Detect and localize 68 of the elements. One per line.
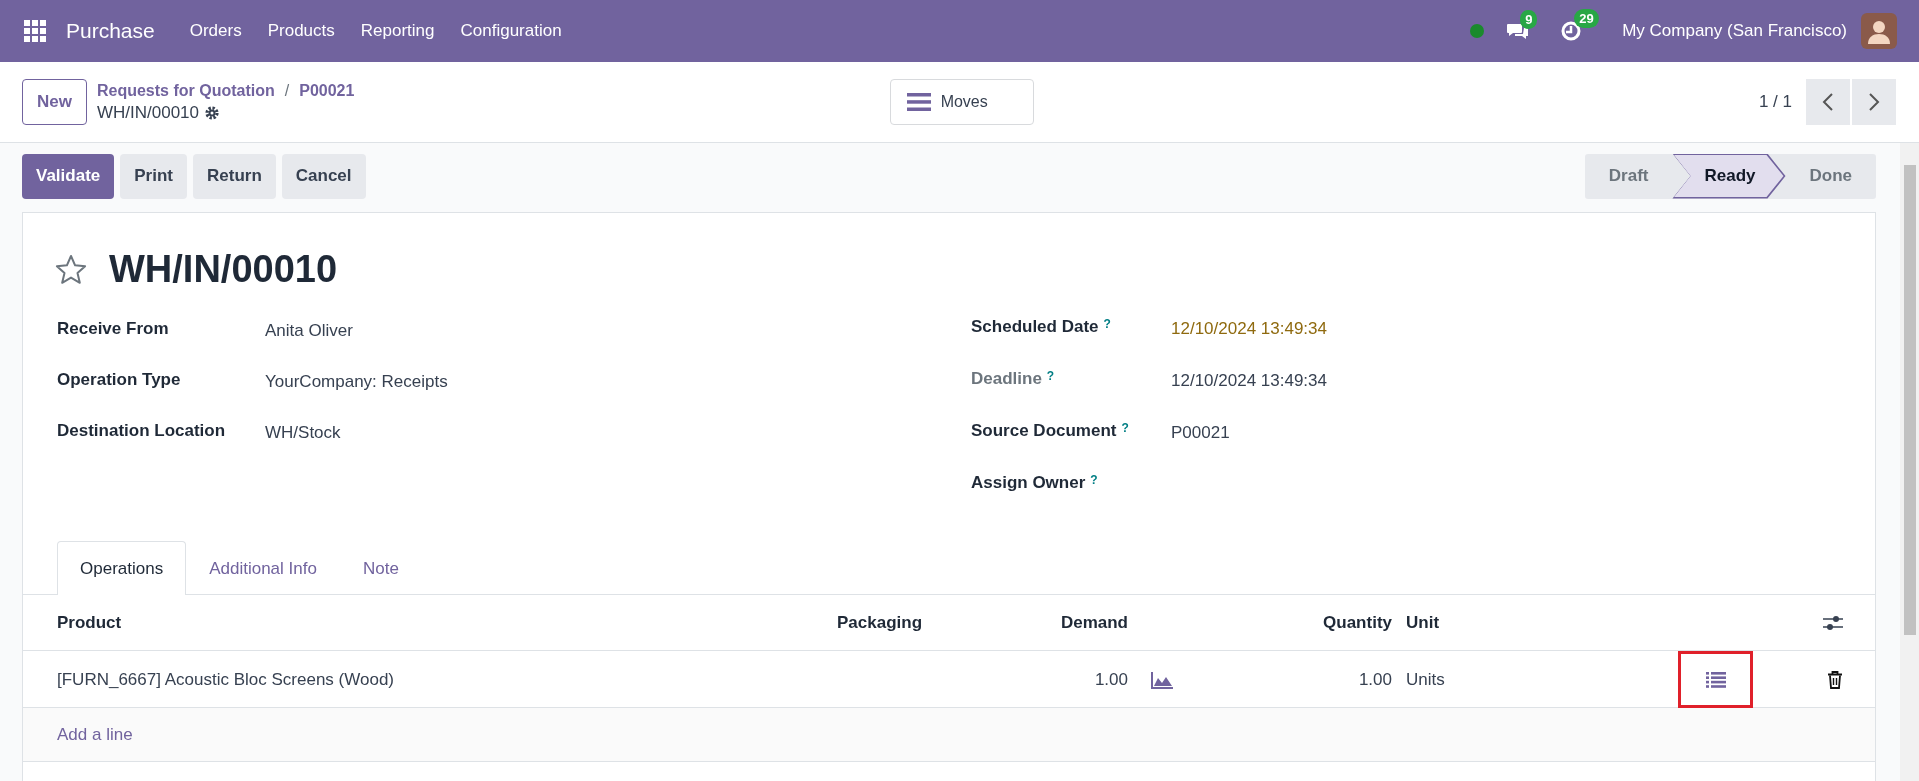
breadcrumb-link[interactable]: P00021 <box>299 81 355 100</box>
add-line-link[interactable]: Add a line <box>57 724 133 745</box>
table-cell-text: [FURN_6667] Acoustic Bloc Screens (Wood) <box>57 669 395 690</box>
breadcrumb-separator: / <box>284 81 290 100</box>
area-chart-icon[interactable] <box>1151 670 1173 689</box>
pager-counter: 1 / 1 <box>1758 92 1792 112</box>
action-button[interactable]: Return <box>193 153 276 199</box>
status-stage[interactable]: Done <box>1785 153 1876 199</box>
menu-item[interactable]: Configuration <box>447 21 575 41</box>
field-value[interactable]: YourCompany: Receipts <box>265 370 949 392</box>
trash-icon[interactable] <box>1827 670 1843 689</box>
field-label: Operation Type <box>57 370 182 391</box>
field-value[interactable]: Anita Oliver <box>265 319 949 341</box>
record-name: WH/IN/00010 <box>96 102 199 123</box>
company-name[interactable]: My Company (San Francisco) <box>1622 21 1847 41</box>
action-button[interactable]: Validate <box>22 153 115 199</box>
table-cell-text: Units <box>1405 669 1446 690</box>
sliders-icon[interactable] <box>1823 613 1843 632</box>
column-header: Product <box>57 612 123 633</box>
column-header: Demand <box>1059 612 1129 633</box>
field-label: Assign Owner <box>971 473 1086 493</box>
table-cell-text: 1.00 <box>1357 669 1393 690</box>
menu-item[interactable]: Reporting <box>347 21 448 41</box>
column-header: Unit <box>1405 612 1441 633</box>
help-tooltip-icon[interactable]: ? <box>1121 421 1129 435</box>
app-name[interactable]: Purchase <box>66 19 155 43</box>
field-label: Scheduled Date <box>971 317 1099 337</box>
field-value[interactable]: 12/10/2024 13:49:34 <box>1171 369 1327 391</box>
moves-button[interactable]: Moves <box>889 79 1034 125</box>
help-tooltip-icon[interactable]: ? <box>1103 317 1111 331</box>
field-value[interactable]: P00021 <box>1171 421 1230 443</box>
next-button[interactable] <box>1852 79 1896 125</box>
status-stage[interactable]: Draft <box>1584 153 1673 199</box>
message-count-badge: 9 <box>1520 10 1538 29</box>
menu-icon <box>906 92 931 112</box>
apps-grid-icon[interactable] <box>24 20 46 42</box>
field-label: Source Document <box>971 421 1117 441</box>
column-header: Packaging <box>836 612 924 633</box>
new-button[interactable]: New <box>22 79 87 125</box>
menu-item[interactable]: Orders <box>176 21 255 41</box>
star-icon[interactable] <box>55 253 87 285</box>
tab[interactable]: Note <box>339 542 422 595</box>
status-stage[interactable]: Ready <box>1672 153 1786 199</box>
table-cell-text: 1.00 <box>1093 669 1129 690</box>
action-button[interactable]: Print <box>120 153 187 199</box>
menu-item[interactable]: Products <box>254 21 348 41</box>
help-tooltip-icon[interactable]: ? <box>1090 473 1098 487</box>
previous-button[interactable] <box>1806 79 1850 125</box>
tab[interactable]: Additional Info <box>186 542 340 595</box>
chevron-right-icon <box>1868 92 1880 112</box>
chevron-left-icon <box>1822 92 1834 112</box>
tab[interactable]: Operations <box>57 541 187 595</box>
field-label: Deadline <box>971 369 1042 389</box>
column-header: Quantity <box>1322 612 1393 633</box>
list-icon[interactable] <box>1705 671 1726 688</box>
person-silhouette-icon <box>1866 18 1892 44</box>
user-avatar[interactable] <box>1861 13 1897 49</box>
action-button[interactable]: Cancel <box>281 153 366 199</box>
activity-count-badge: 29 <box>1574 9 1599 28</box>
scrollbar[interactable] <box>1900 143 1919 781</box>
field-value[interactable]: WH/Stock <box>265 421 949 443</box>
breadcrumb-link[interactable]: Requests for Quotation <box>96 81 275 100</box>
settings-icon[interactable] <box>204 104 220 121</box>
field-label: Destination Location <box>57 421 227 442</box>
field-label: Receive From <box>57 319 170 340</box>
field-value[interactable]: 12/10/2024 13:49:34 <box>1171 317 1327 339</box>
help-tooltip-icon[interactable]: ? <box>1046 369 1055 383</box>
record-title: WH/IN/00010 <box>109 247 338 291</box>
